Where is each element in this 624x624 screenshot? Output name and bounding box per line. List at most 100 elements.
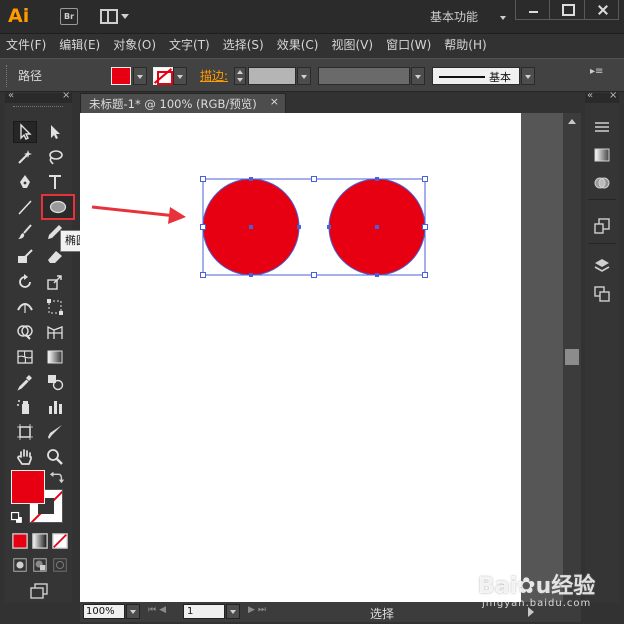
arrange-icon (100, 9, 118, 24)
document-tab[interactable]: 未标题-1* @ 100% (RGB/预览) × (80, 93, 286, 113)
none-mode-button[interactable] (52, 533, 68, 549)
eyedropper-tool[interactable] (13, 371, 37, 393)
pen-nib-icon (20, 175, 30, 188)
tools-panel-grip[interactable] (13, 106, 63, 109)
layers-panel-button[interactable] (591, 255, 613, 277)
screen-mode-button[interactable] (27, 582, 51, 600)
artboard-nav-prev[interactable]: ⏮◀ (148, 605, 169, 615)
zoom-tool[interactable] (43, 446, 67, 468)
zoom-dropdown[interactable] (126, 604, 140, 619)
profile-dropdown[interactable] (411, 67, 425, 85)
draw-behind-button[interactable] (32, 557, 48, 573)
scale-tool[interactable] (43, 271, 67, 293)
panel-menu-icon[interactable] (590, 66, 606, 81)
default-fill-stroke-button[interactable] (10, 511, 24, 525)
control-bar: 路径 描边: 基本 (0, 58, 624, 92)
transparency-panel-button[interactable] (591, 172, 613, 194)
menu-object[interactable]: 对象(O) (113, 34, 156, 56)
brush-definition[interactable]: 基本 (432, 67, 520, 85)
menu-type[interactable]: 文字(T) (169, 34, 210, 56)
menu-help[interactable]: 帮助(H) (444, 34, 486, 56)
selection-type-label: 路径 (18, 69, 43, 83)
stroke-dropdown[interactable] (173, 67, 187, 85)
perspective-grid-icon (47, 325, 63, 339)
artboard-dropdown[interactable] (226, 604, 240, 619)
lasso-tool[interactable] (43, 146, 67, 168)
tools-panel-header[interactable] (5, 90, 72, 103)
close-window-button[interactable] (583, 0, 618, 19)
fill-color-swatch[interactable] (111, 67, 131, 85)
stroke-weight-field[interactable] (248, 67, 296, 85)
rotate-tool[interactable] (13, 271, 37, 293)
stroke-color-swatch[interactable] (153, 67, 173, 85)
symbol-sprayer-tool[interactable] (13, 396, 37, 418)
blob-brush-tool[interactable] (13, 246, 37, 268)
selection-tool[interactable] (13, 121, 37, 143)
width-tool-icon (17, 303, 33, 313)
artboard[interactable] (80, 113, 521, 602)
rotate-icon (19, 274, 31, 288)
control-bar-grip[interactable] (6, 65, 9, 87)
type-tool[interactable] (43, 171, 67, 193)
artboard-nav-next[interactable]: ▶⏭ (248, 605, 269, 615)
perspective-grid-tool[interactable] (43, 321, 67, 343)
menu-effect[interactable]: 效果(C) (277, 34, 319, 56)
artboards-panel-button[interactable] (591, 215, 613, 237)
free-transform-tool[interactable] (43, 296, 67, 318)
shape-builder-tool[interactable] (13, 321, 37, 343)
workspace-switcher[interactable]: 基本功能 (430, 8, 508, 26)
canvas-area[interactable] (80, 113, 564, 602)
line-segment-tool[interactable] (13, 196, 37, 218)
brush-dropdown[interactable] (521, 67, 535, 85)
menu-file[interactable]: 文件(F) (6, 34, 46, 56)
color-mode-button[interactable] (12, 533, 28, 549)
mesh-tool[interactable] (13, 346, 37, 368)
maximize-button[interactable] (549, 0, 583, 19)
zoom-level-field[interactable]: 100% (83, 604, 125, 619)
scroll-up-arrow-icon[interactable] (568, 119, 576, 124)
paintbrush-tool[interactable] (13, 221, 37, 243)
menu-window[interactable]: 窗口(W) (386, 34, 431, 56)
blend-icon (48, 375, 64, 391)
artboard-number-field[interactable]: 1 (183, 604, 225, 619)
swap-fill-stroke-button[interactable] (49, 469, 65, 485)
artboard-tool[interactable] (13, 421, 37, 443)
stroke-label[interactable]: 描边: (200, 67, 228, 84)
right-dock-header[interactable] (585, 90, 619, 103)
color-panel-button[interactable] (591, 116, 613, 138)
color-mode-icon (12, 533, 28, 549)
gradient-tool[interactable] (43, 346, 67, 368)
magic-wand-tool[interactable] (13, 146, 37, 168)
watermark-brand-part: u (535, 574, 552, 599)
hand-tool[interactable] (13, 446, 37, 468)
menu-select[interactable]: 选择(S) (223, 34, 264, 56)
fill-color-box[interactable] (11, 470, 45, 504)
vertical-scrollbar[interactable] (563, 113, 581, 602)
slice-tool[interactable] (43, 421, 67, 443)
gradient-mode-button[interactable] (32, 533, 48, 549)
direct-selection-tool[interactable] (43, 121, 67, 143)
brush-stroke-preview (439, 76, 485, 78)
menu-view[interactable]: 视图(V) (331, 34, 373, 56)
swap-arrow-icon (49, 471, 65, 484)
draw-inside-button[interactable] (52, 557, 68, 573)
scroll-thumb[interactable] (565, 349, 579, 365)
paw-logo-icon: ✿ (517, 574, 536, 599)
variable-width-profile[interactable] (318, 67, 410, 85)
stroke-weight-stepper[interactable] (234, 67, 246, 85)
width-tool[interactable] (13, 296, 37, 318)
gradient-panel-button[interactable] (591, 144, 613, 166)
minimize-button[interactable] (516, 0, 549, 19)
close-tab-icon[interactable]: × (270, 95, 279, 108)
menu-edit[interactable]: 编辑(E) (59, 34, 100, 56)
arrange-documents-button[interactable] (100, 9, 130, 25)
pen-tool[interactable] (13, 171, 37, 193)
stroke-weight-dropdown[interactable] (297, 67, 311, 85)
draw-normal-button[interactable] (12, 557, 28, 573)
column-graph-tool[interactable] (43, 396, 67, 418)
fill-dropdown[interactable] (133, 67, 147, 85)
pathfinder-panel-button[interactable] (591, 283, 613, 305)
ellipse-tool[interactable] (41, 194, 75, 220)
bridge-button[interactable]: Br (60, 8, 78, 25)
blend-tool[interactable] (43, 371, 67, 393)
